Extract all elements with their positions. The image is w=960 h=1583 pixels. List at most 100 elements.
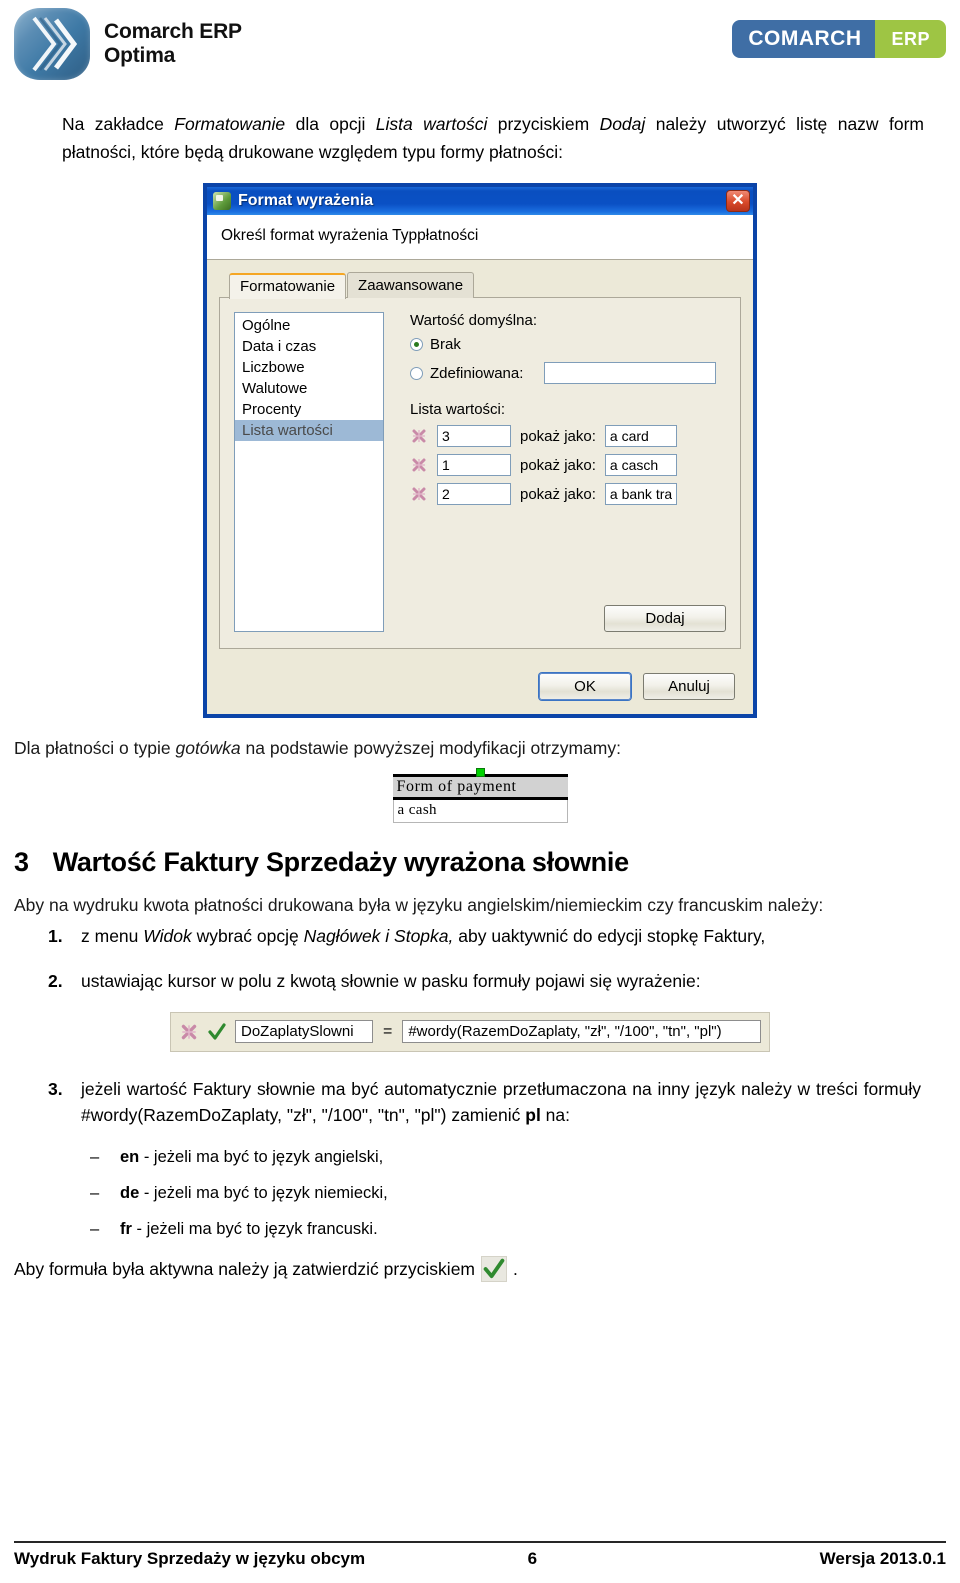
form-of-payment-value: a cash <box>392 800 568 824</box>
tabstrip: Formatowanie Zaawansowane <box>219 272 741 299</box>
category-item-lista-wartosci[interactable]: Lista wartości <box>235 420 383 441</box>
intro-em-lista-wartosci: Lista wartości <box>375 114 488 134</box>
section-3-number: 3 <box>14 847 29 878</box>
dialog-titlebar: Format wyrażenia ✕ <box>207 184 753 215</box>
radio-row-zdefiniowana[interactable]: Zdefiniowana: <box>410 362 726 384</box>
resize-handle-icon[interactable] <box>476 768 485 778</box>
section-3-heading: 3 Wartość Faktury Sprzedaży wyrażona sło… <box>14 847 960 878</box>
list-item-1-number: 1. <box>48 926 63 947</box>
form-of-payment-screenshot: Form of payment a cash <box>0 766 960 824</box>
delete-formula-icon[interactable] <box>179 1022 199 1042</box>
comarch-chevron-logo-icon <box>14 8 90 80</box>
show-as-label-3: pokaż jako: <box>520 485 596 503</box>
formula-value-field[interactable]: #wordy(RazemDoZaplaty, "zł", "/100", "tn… <box>402 1020 761 1044</box>
defined-value-input[interactable] <box>544 362 717 384</box>
footer-page-number: 6 <box>527 1549 538 1568</box>
category-item-procenty[interactable]: Procenty <box>235 399 383 420</box>
after-dialog-em-gotowka: gotówka <box>175 738 241 758</box>
category-item-liczbowe[interactable]: Liczbowe <box>235 357 383 378</box>
li1-t1: z menu <box>81 926 144 947</box>
intro-paragraph: Na zakładce Formatowanie dla opcji Lista… <box>62 110 924 166</box>
delete-row-icon[interactable] <box>410 427 428 445</box>
brand-block: Comarch ERP Optima <box>14 8 242 80</box>
closing-text-before: Aby formuła była aktywna należy ją zatwi… <box>14 1258 475 1279</box>
after-dialog-paragraph: Dla płatności o typie gotówka na podstaw… <box>14 735 946 762</box>
lang-item-fr-dash: – <box>90 1220 100 1239</box>
tab-formatowanie[interactable]: Formatowanie <box>229 273 347 299</box>
list-item-2: 2. ustawiając kursor w polu z kwotą słow… <box>48 968 960 994</box>
default-value-label: Wartość domyślna: <box>410 312 537 329</box>
value-label-input-2[interactable] <box>604 454 677 476</box>
value-row-1: pokaż jako: <box>410 425 726 447</box>
tab-panel-formatowanie: Ogólne Data i czas Liczbowe Walutowe Pro… <box>219 297 741 649</box>
radio-row-brak[interactable]: Brak <box>410 336 726 353</box>
add-button-row: Dodaj <box>410 589 726 632</box>
category-item-data-i-czas[interactable]: Data i czas <box>235 336 383 357</box>
li3-bold-pl: pl <box>525 1105 541 1125</box>
footer-row: Wydruk Faktury Sprzedaży w języku obcym … <box>14 1549 946 1569</box>
radio-brak-label: Brak <box>430 336 461 353</box>
li3-t1: jeżeli wartość Faktury słownie ma być au… <box>81 1078 921 1125</box>
value-key-input-2[interactable] <box>437 454 511 476</box>
section-3-lead: Aby na wydruku kwota płatności drukowana… <box>14 895 824 916</box>
format-wyrazenia-dialog: Format wyrażenia ✕ Określ format wyrażen… <box>204 184 756 717</box>
cancel-button[interactable]: Anuluj <box>643 673 735 700</box>
dialog-title: Format wyrażenia <box>238 192 374 209</box>
lang-item-de-dash: – <box>90 1184 100 1203</box>
format-options-pane: Wartość domyślna: Brak Zdefiniowana: Lis… <box>410 312 726 632</box>
close-icon[interactable]: ✕ <box>726 190 750 212</box>
intro-em-dodaj: Dodaj <box>599 114 646 134</box>
after-dialog-text-2: na podstawie powyższej modyfikacji otrzy… <box>240 738 621 758</box>
radio-zdefiniowana-icon[interactable] <box>410 366 423 380</box>
ok-button[interactable]: OK <box>539 673 631 700</box>
badge-comarch-label: COMARCH <box>732 20 876 58</box>
category-item-ogolne[interactable]: Ogólne <box>235 315 383 336</box>
value-list-label: Lista wartości: <box>410 401 506 418</box>
value-row-2: pokaż jako: <box>410 454 726 476</box>
lang-item-en-text: en - jeżeli ma być to język angielski, <box>120 1146 383 1170</box>
lang-item-en-dash: – <box>90 1148 100 1167</box>
lang-code-en: en <box>120 1148 140 1167</box>
form-of-payment-box: Form of payment a cash <box>392 768 568 824</box>
lang-item-fr-text: fr - jeżeli ma być to język francuski. <box>120 1218 378 1242</box>
comarch-erp-badge: COMARCH ERP <box>732 20 946 58</box>
dialog-footer: OK Anuluj <box>207 661 753 714</box>
footer-document-title: Wydruk Faktury Sprzedaży w języku obcym <box>14 1549 366 1568</box>
format-category-list[interactable]: Ogólne Data i czas Liczbowe Walutowe Pro… <box>234 312 384 632</box>
list-item-3: 3. jeżeli wartość Faktury słownie ma być… <box>48 1076 960 1129</box>
add-button[interactable]: Dodaj <box>604 605 726 632</box>
lang-item-de-text: de - jeżeli ma być to język niemiecki, <box>120 1182 388 1206</box>
form-of-payment-header: Form of payment <box>392 774 568 801</box>
value-label-input-3[interactable] <box>604 483 677 505</box>
li1-t2: wybrać opcję <box>191 926 304 947</box>
closing-paragraph: Aby formuła była aktywna należy ją zatwi… <box>14 1256 960 1283</box>
value-key-input-1[interactable] <box>437 425 511 447</box>
green-check-icon <box>481 1256 507 1283</box>
footer-version: Wersja 2013.0.1 <box>819 1549 946 1568</box>
lang-code-fr: fr <box>120 1220 132 1239</box>
list-item-1: 1. z menu Widok wybrać opcję Nagłówek i … <box>48 923 960 949</box>
intro-em-formatowanie: Formatowanie <box>174 114 286 134</box>
page-footer: Wydruk Faktury Sprzedaży w języku obcym … <box>14 1541 946 1569</box>
value-key-input-3[interactable] <box>437 483 511 505</box>
delete-row-icon[interactable] <box>410 485 428 503</box>
list-item-2-number: 2. <box>48 970 63 991</box>
intro-text-1: Na zakładce <box>62 114 175 134</box>
format-expression-dialog-screenshot: Format wyrażenia ✕ Określ format wyrażen… <box>0 184 960 717</box>
radio-zdefiniowana-label: Zdefiniowana: <box>430 364 524 382</box>
show-as-label-2: pokaż jako: <box>520 456 596 474</box>
list-item-3-number: 3. <box>48 1078 63 1099</box>
li1-em-widok: Widok <box>143 926 192 947</box>
accept-check-icon[interactable] <box>207 1022 227 1042</box>
category-item-walutowe[interactable]: Walutowe <box>235 378 383 399</box>
value-label-input-1[interactable] <box>604 425 677 447</box>
closing-text-after: . <box>513 1258 518 1279</box>
footer-divider <box>14 1541 946 1543</box>
badge-erp-label: ERP <box>875 20 946 58</box>
formula-name-field[interactable]: DoZaplatySlowni <box>235 1020 373 1044</box>
list-item-3-text: jeżeli wartość Faktury słownie ma być au… <box>81 1076 921 1129</box>
delete-row-icon[interactable] <box>410 456 428 474</box>
radio-brak-icon[interactable] <box>410 338 423 351</box>
tab-zaawansowane[interactable]: Zaawansowane <box>347 272 475 298</box>
lang-item-en: – en - jeżeli ma być to język angielski, <box>90 1146 960 1170</box>
